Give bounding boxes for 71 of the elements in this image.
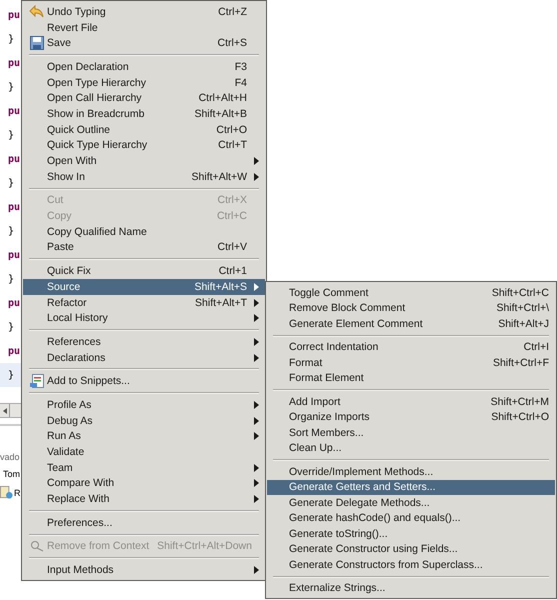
menu-item[interactable]: Team: [23, 460, 265, 476]
panel-title: vado: [0, 452, 20, 462]
menu-item[interactable]: Generate Element Comment Shift+Alt+J: [267, 316, 555, 332]
menu-item[interactable]: Local History: [23, 310, 265, 326]
menu-item[interactable]: Run As: [23, 428, 265, 444]
menu-item[interactable]: Open Call Hierarchy Ctrl+Alt+H: [23, 90, 265, 106]
menu-item[interactable]: Quick Outline Ctrl+O: [23, 122, 265, 138]
menu-item[interactable]: Correct Indentation Ctrl+I: [267, 340, 555, 355]
menu-item[interactable]: Save Ctrl+S: [23, 35, 265, 52]
code-text: pu: [8, 346, 20, 356]
menu-item[interactable]: Open Type Hierarchy F4: [23, 74, 265, 90]
undo-arrow-icon: [29, 5, 44, 18]
menu-item[interactable]: Validate: [23, 444, 265, 460]
menu-item[interactable]: Generate hashCode() and equals()...: [267, 510, 555, 526]
menu-item[interactable]: Generate Getters and Setters...: [267, 480, 555, 495]
menu-item[interactable]: Remove Block Comment Shift+Ctrl+\: [267, 300, 555, 316]
menu-item[interactable]: Open Declaration F3: [23, 59, 265, 75]
menu-item[interactable]: Source Shift+Alt+S: [23, 279, 265, 295]
menu-item[interactable]: Externalize Strings...: [267, 580, 555, 596]
code-text: pu: [8, 58, 20, 68]
menu-item[interactable]: Generate Constructors from Superclass...: [267, 557, 555, 572]
menu-item[interactable]: Add Import Shift+Ctrl+M: [267, 394, 555, 410]
code-text: pu: [8, 106, 20, 116]
menu-item[interactable]: Format Shift+Ctrl+F: [267, 355, 555, 370]
menu-item[interactable]: Format Element: [267, 370, 555, 386]
code-text: pu: [8, 10, 20, 20]
menu-item[interactable]: Quick Fix Ctrl+1: [23, 263, 265, 279]
menu-item[interactable]: Debug As: [23, 412, 265, 428]
menu-item[interactable]: Add to Snippets...: [23, 373, 265, 390]
code-text: pu: [8, 202, 20, 212]
snippet-icon: [30, 374, 44, 388]
code-text: }: [8, 322, 14, 332]
code-text: }: [8, 82, 14, 92]
menu-item[interactable]: Replace With: [23, 491, 265, 507]
menu-item[interactable]: Organize Imports Shift+Ctrl+O: [267, 410, 555, 425]
code-text: pu: [8, 250, 20, 260]
code-text: }: [8, 226, 14, 236]
code-text: pu: [8, 298, 20, 308]
menu-item[interactable]: References: [23, 334, 265, 350]
menu-item[interactable]: Copy Qualified Name: [23, 224, 265, 240]
scroll-left-arrow-icon[interactable]: [2, 408, 6, 414]
menu-item[interactable]: Undo Typing Ctrl+Z: [23, 4, 265, 20]
menu-item[interactable]: Refactor Shift+Alt+T: [23, 294, 265, 310]
code-text: }: [8, 274, 14, 284]
menu-item[interactable]: Generate toString()...: [267, 526, 555, 542]
menu-item[interactable]: Generate Delegate Methods...: [267, 495, 555, 510]
menu-item[interactable]: Show In Shift+Alt+W: [23, 168, 265, 185]
menu-item[interactable]: Input Methods: [23, 562, 265, 578]
menu-item[interactable]: Override/Implement Methods...: [267, 464, 555, 480]
menu-item[interactable]: Preferences...: [23, 514, 265, 531]
menu-item[interactable]: Compare With: [23, 476, 265, 492]
file-globe-icon: [0, 486, 13, 499]
code-text: }: [8, 178, 14, 188]
menu-item[interactable]: Revert File: [23, 20, 265, 36]
code-text: pu: [8, 154, 20, 164]
tree-item[interactable]: R: [14, 488, 20, 498]
code-text: }: [8, 130, 14, 140]
tree-item[interactable]: Tom: [3, 469, 20, 479]
menu-item[interactable]: Paste Ctrl+V: [23, 240, 265, 256]
menu-item[interactable]: Sort Members...: [267, 425, 555, 440]
menu-item[interactable]: Toggle Comment Shift+Ctrl+C: [267, 285, 555, 300]
menu-item[interactable]: Generate Constructor using Fields...: [267, 542, 555, 557]
menu-item[interactable]: Declarations: [23, 350, 265, 366]
menu-item[interactable]: Open With: [23, 153, 265, 169]
code-text: }: [8, 34, 14, 44]
menu-item[interactable]: Clean Up...: [267, 440, 555, 456]
menu-item[interactable]: Show in Breadcrumb Shift+Alt+B: [23, 106, 265, 122]
menu-item[interactable]: Profile As: [23, 397, 265, 413]
code-text: }: [8, 370, 14, 380]
menu-item[interactable]: Quick Type Hierarchy Ctrl+T: [23, 138, 265, 154]
submenu-arrow-icon: [254, 566, 259, 574]
